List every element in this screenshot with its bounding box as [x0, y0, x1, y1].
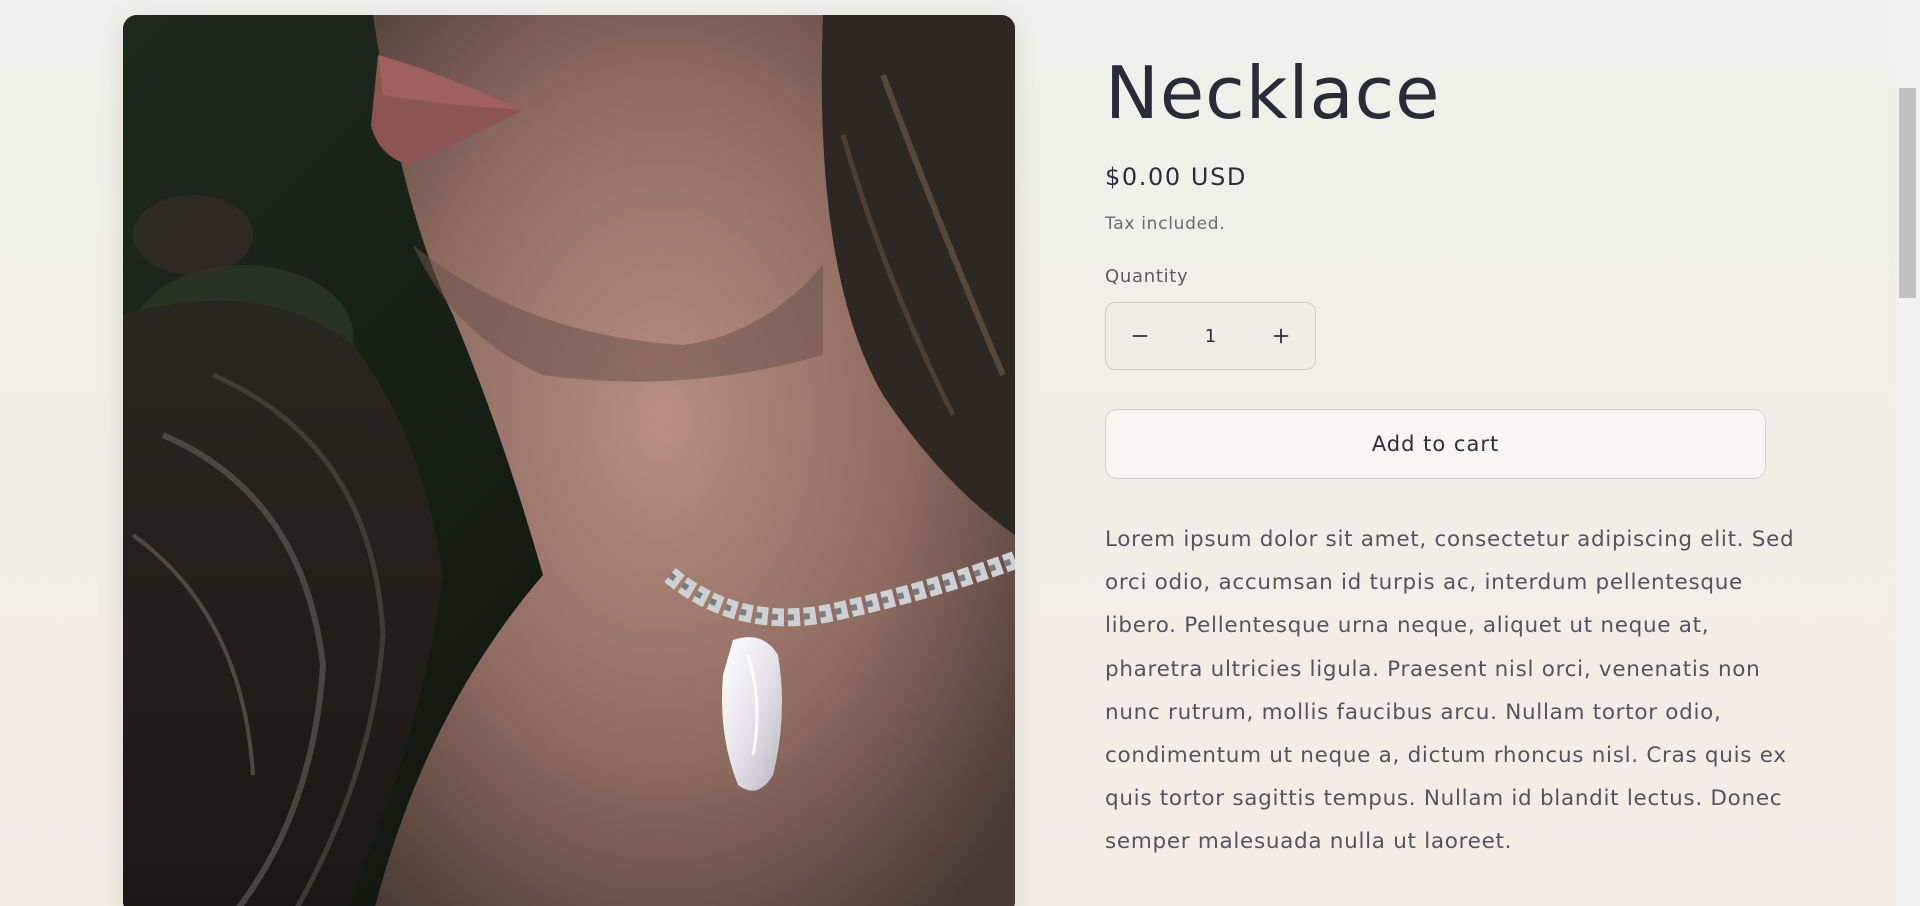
product-image[interactable]	[123, 15, 1015, 906]
minus-icon	[1132, 335, 1148, 337]
plus-icon	[1273, 328, 1289, 344]
page-scrollbar[interactable]	[1895, 0, 1920, 906]
decrease-quantity-button[interactable]	[1106, 303, 1174, 369]
necklace-photo	[123, 15, 1015, 906]
quantity-input[interactable]	[1174, 303, 1247, 369]
tax-note: Tax included.	[1105, 214, 1226, 234]
increase-quantity-button[interactable]	[1247, 303, 1315, 369]
product-description: Lorem ipsum dolor sit amet, consectetur …	[1105, 527, 1795, 855]
add-to-cart-button[interactable]: Add to cart	[1105, 409, 1766, 479]
quantity-stepper	[1105, 302, 1316, 370]
product-price: $0.00 USD	[1105, 163, 1248, 191]
product-title: Necklace	[1105, 51, 1441, 135]
quantity-label: Quantity	[1105, 266, 1189, 287]
scrollbar-thumb[interactable]	[1899, 88, 1916, 298]
